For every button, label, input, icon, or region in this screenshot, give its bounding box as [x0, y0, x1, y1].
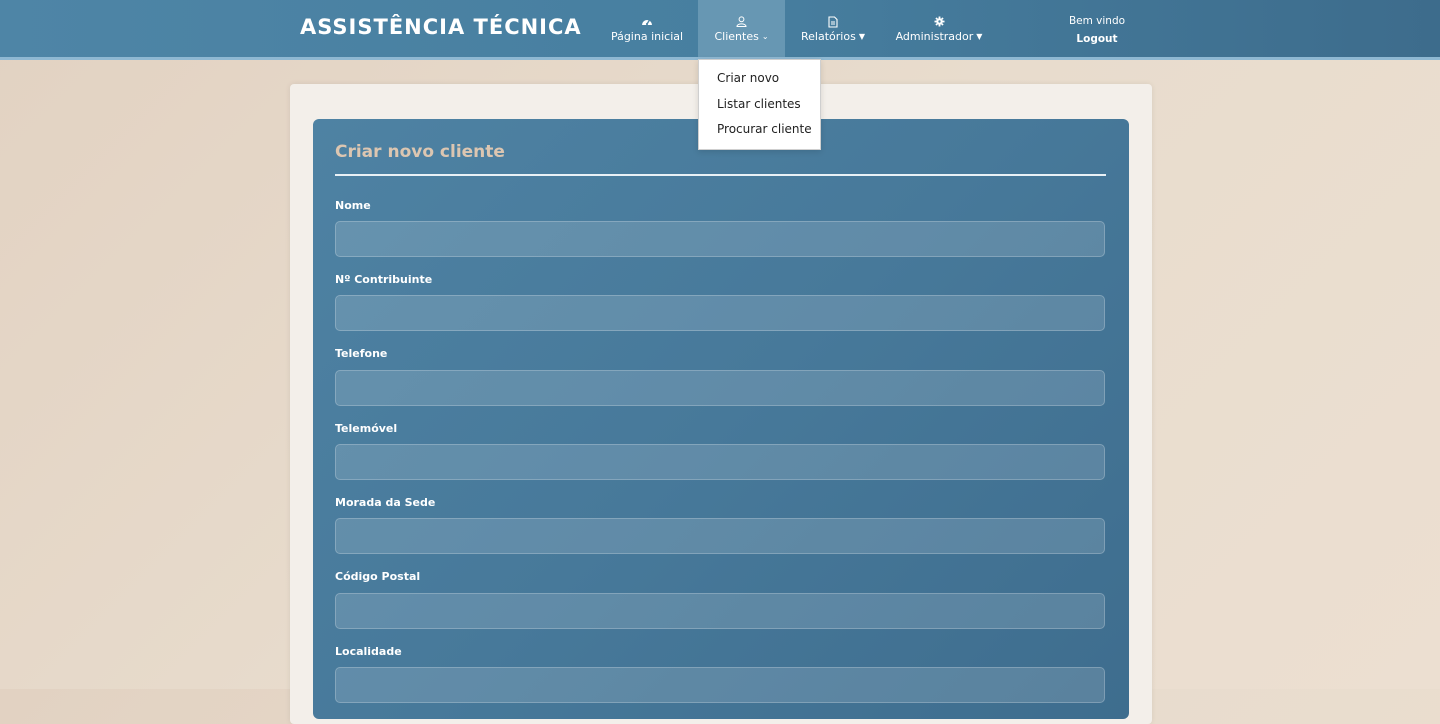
menu-item-criar-novo[interactable]: Criar novo — [717, 71, 779, 85]
nav-administrador[interactable]: Administrador ▼ — [890, 0, 988, 57]
logout-link[interactable]: Logout — [1062, 30, 1132, 48]
nav-relatorios-label: Relatórios — [801, 29, 856, 43]
morada-input[interactable] — [335, 518, 1105, 554]
create-client-panel: Criar novo cliente Nome Nº Contribuinte … — [313, 119, 1129, 719]
nav-relatorios[interactable]: Relatórios ▼ — [795, 0, 871, 57]
telefone-input[interactable] — [335, 370, 1105, 406]
form-title: Criar novo cliente — [335, 142, 505, 162]
nav-administrador-label: Administrador — [895, 29, 974, 43]
nav-home-label: Página inicial — [610, 29, 684, 43]
codigo-postal-input[interactable] — [335, 593, 1105, 629]
localidade-input[interactable] — [335, 667, 1105, 703]
menu-item-listar-clientes[interactable]: Listar clientes — [717, 97, 801, 111]
nav-clientes[interactable]: Clientes ⌄ — [698, 0, 785, 57]
title-divider — [335, 174, 1106, 176]
label-morada: Morada da Sede — [335, 496, 436, 509]
nav-clientes-label: Clientes — [714, 29, 759, 43]
document-icon — [828, 15, 838, 29]
label-nome: Nome — [335, 199, 371, 212]
welcome-block: Bem vindo Logout — [1062, 12, 1132, 48]
chevron-down-icon: ▼ — [976, 31, 983, 41]
top-navbar: ASSISTÊNCIA TÉCNICA Página inicial Clien… — [0, 0, 1440, 60]
nav-home[interactable]: Página inicial — [605, 0, 689, 57]
label-telemovel: Telemóvel — [335, 422, 398, 435]
brand-title[interactable]: ASSISTÊNCIA TÉCNICA — [300, 15, 582, 39]
contribuinte-input[interactable] — [335, 295, 1105, 331]
dashboard-icon — [641, 15, 653, 29]
label-localidade: Localidade — [335, 645, 402, 658]
welcome-text: Bem vindo — [1068, 15, 1126, 27]
nome-input[interactable] — [335, 221, 1105, 257]
telemovel-input[interactable] — [335, 444, 1105, 480]
chevron-down-icon: ⌄ — [761, 31, 769, 41]
menu-item-procurar-cliente[interactable]: Procurar cliente — [717, 122, 812, 136]
chevron-down-icon: ▼ — [858, 31, 865, 41]
label-contribuinte: Nº Contribuinte — [335, 273, 433, 286]
user-icon — [736, 15, 747, 29]
gear-icon — [934, 15, 945, 29]
label-codigo-postal: Código Postal — [335, 570, 421, 583]
clientes-dropdown-menu: Criar novo Listar clientes Procurar clie… — [698, 59, 821, 150]
label-telefone: Telefone — [335, 347, 388, 360]
